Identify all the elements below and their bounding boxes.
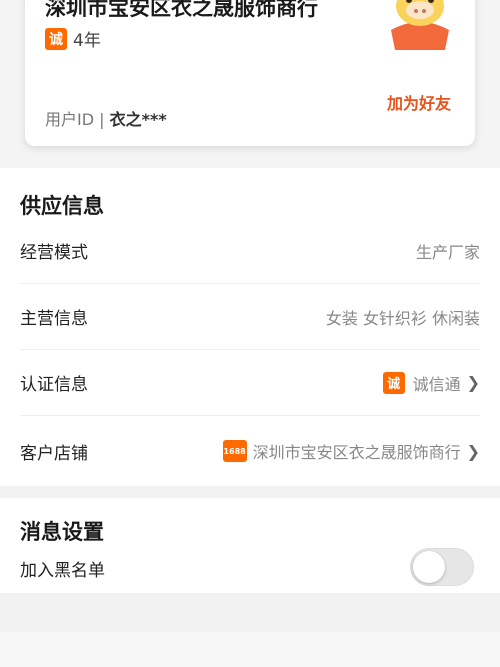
user-id-value: 衣之*** bbox=[109, 110, 167, 129]
row-label: 认证信息 bbox=[20, 375, 88, 395]
user-id-label: 用户ID | bbox=[45, 110, 110, 129]
message-settings-section: 消息设置 加入黑名单 bbox=[0, 498, 500, 593]
message-settings-title: 消息设置 bbox=[20, 520, 104, 544]
certification-row[interactable]: 认证信息 诚 诚信通 ❯ bbox=[20, 350, 480, 416]
trust-years-row: 诚 4年 bbox=[45, 26, 101, 51]
main-business-row: 主营信息 女装 女针织衫 休闲装 bbox=[20, 284, 480, 350]
toggle-knob bbox=[413, 551, 445, 583]
user-id: 用户ID | 衣之*** bbox=[45, 106, 167, 130]
supply-info-title: 供应信息 bbox=[20, 194, 104, 218]
row-value: 女装 女针织衫 休闲装 bbox=[325, 308, 480, 328]
shop-name: 深圳市宝安区衣之晟服饰商行 bbox=[45, 0, 318, 20]
chengxintong-icon: 诚 bbox=[382, 371, 405, 394]
profile-card: 深圳市宝安区衣之晟服饰商行 诚 4年 用户ID | 衣之*** 加为好友 bbox=[25, 0, 475, 146]
supply-info-section: 供应信息 经营模式 生产厂家 主营信息 女装 女针织衫 休闲装 认证信息 诚 诚… bbox=[0, 168, 500, 486]
blacklist-label: 加入黑名单 bbox=[20, 561, 105, 581]
row-label: 经营模式 bbox=[20, 243, 88, 263]
chengxintong-icon: 诚 bbox=[45, 27, 67, 50]
customer-shop-value: 1688 深圳市宝安区衣之晟服饰商行 ❯ bbox=[222, 439, 480, 463]
customer-shop-row[interactable]: 客户店铺 1688 深圳市宝安区衣之晟服饰商行 ❯ bbox=[20, 418, 480, 484]
row-label: 主营信息 bbox=[20, 309, 88, 329]
cartoon-mascot-icon bbox=[391, 0, 449, 50]
row-value: 深圳市宝安区衣之晟服饰商行 bbox=[252, 443, 461, 462]
row-label: 客户店铺 bbox=[20, 443, 88, 464]
certification-value: 诚 诚信通 ❯ bbox=[382, 371, 480, 395]
business-mode-row: 经营模式 生产厂家 bbox=[20, 218, 480, 284]
add-friend-button[interactable]: 加为好友 bbox=[387, 90, 451, 114]
bottom-section bbox=[0, 632, 500, 667]
row-value: 诚信通 bbox=[412, 374, 461, 394]
trust-years: 4年 bbox=[73, 31, 101, 51]
1688-logo-icon: 1688 bbox=[222, 440, 247, 462]
blacklist-toggle[interactable] bbox=[410, 548, 474, 586]
row-value: 生产厂家 bbox=[415, 242, 480, 262]
chevron-right-icon: ❯ bbox=[466, 373, 480, 392]
chevron-right-icon: ❯ bbox=[466, 441, 480, 461]
